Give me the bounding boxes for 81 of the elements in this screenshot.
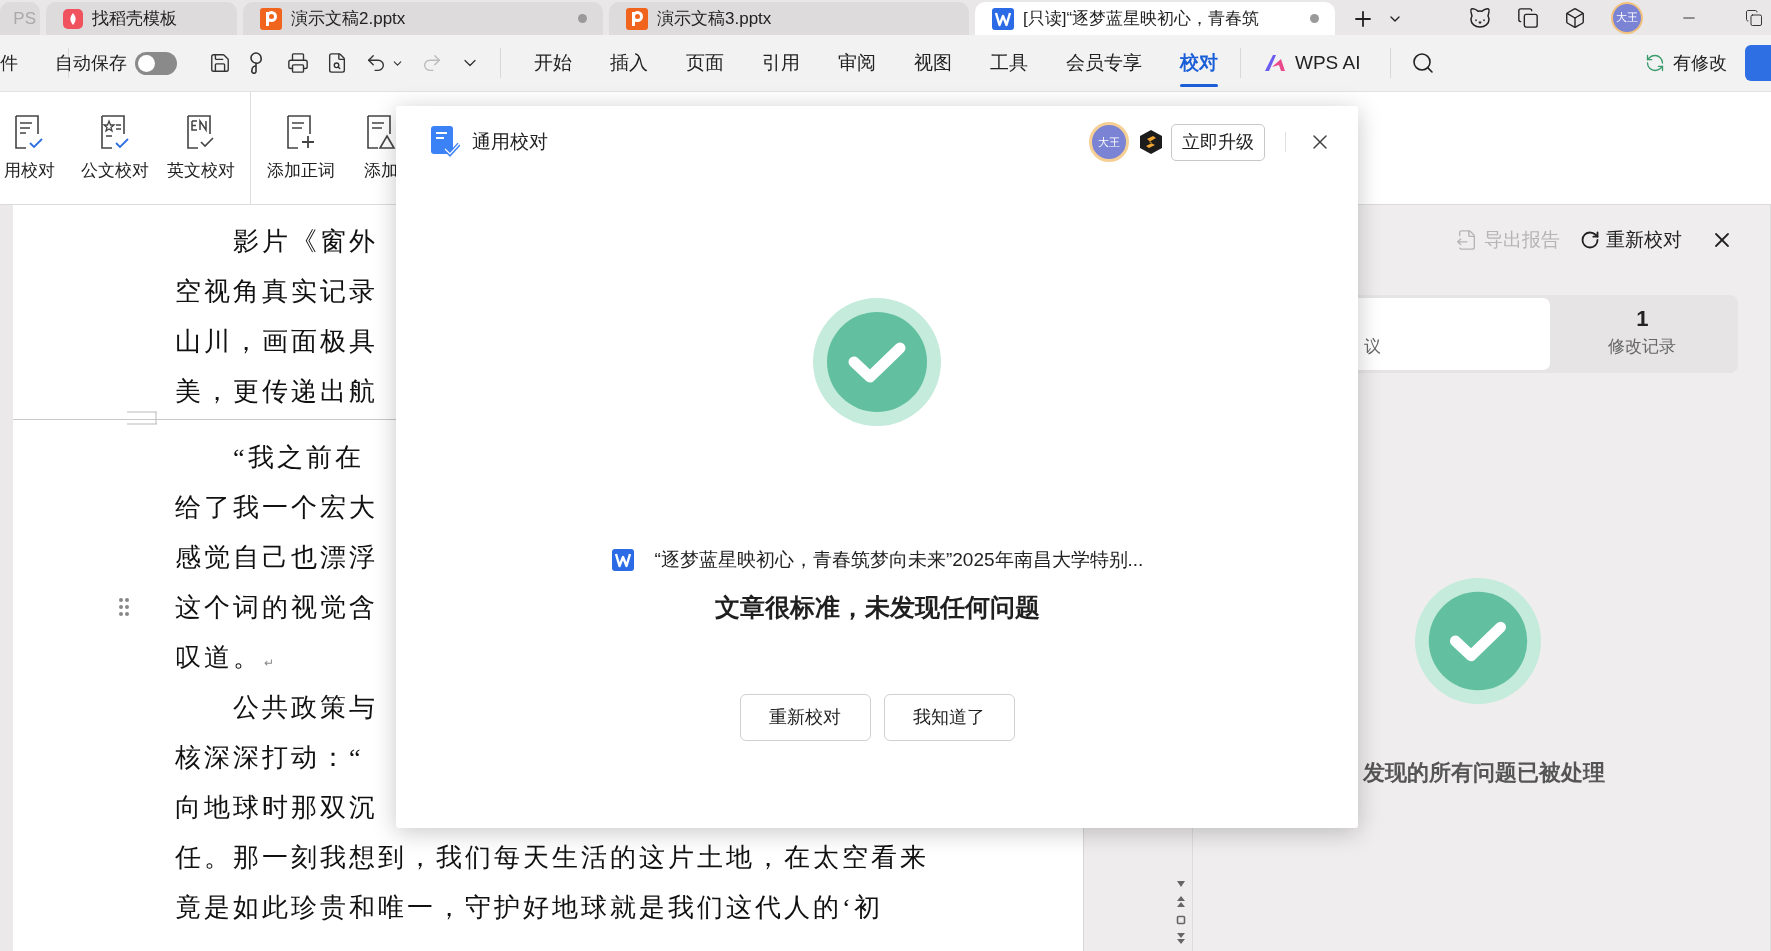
cat-icon[interactable] [1468,5,1492,30]
document-file-icon [610,548,635,572]
menu-tab[interactable]: 插入 [610,43,648,83]
menu-tab[interactable]: 视图 [914,43,952,83]
document-text-line: 叹道。 [175,641,262,674]
document-text-line: 给了我一个宏大 [175,491,378,524]
dialog-title: 通用校对 [472,129,548,154]
sync-icon [1645,53,1665,73]
select-object-icon[interactable] [1176,915,1186,925]
file-name: “逐梦蓝星映初心，青春筑梦向未来”2025年南昌大学特别... [654,547,1144,572]
tab-title: 找稻壳模板 [92,7,177,30]
document-tab[interactable]: 演示文稿2.pptx [243,2,603,35]
search-icon[interactable] [1411,51,1436,75]
changes-button[interactable]: 有修改 [1645,49,1727,77]
recheck-button[interactable]: 重新校对 [1580,225,1682,255]
previous-page-icon[interactable] [1176,895,1186,909]
scroll-down-icon[interactable] [1176,879,1186,889]
flame-icon [62,7,84,30]
menu-tab[interactable]: 页面 [686,43,724,83]
document-text-line: 任。那一刻我想到，我们每天生活的这片土地，在太空看来 [175,841,929,874]
tab-count: 1 [1636,308,1649,331]
document-text-line: 空视角真实记录 [175,275,378,308]
document-tab[interactable]: 演示文稿3.pptx [609,2,969,35]
ai-button[interactable]: WPS AI [1263,48,1361,78]
tab-label: 修改记录 [1608,336,1677,359]
document-tab[interactable]: 找稻壳模板 [46,2,237,35]
autosave-label: 自动保存 [55,51,127,75]
menu-tab[interactable]: 引用 [762,43,800,83]
tab-title: [只读]“逐梦蓝星映初心，青春筑 [1023,7,1260,30]
panel-tab[interactable]: 1 修改记录 [1549,298,1735,370]
window-icon[interactable] [1517,6,1539,29]
dialog-button[interactable]: 我知道了 [883,694,1015,741]
print-preview-icon[interactable] [326,52,348,74]
slides-file-icon [259,6,283,31]
refresh-icon [1580,230,1600,250]
ribbon-button[interactable]: 公文校对 [72,92,158,204]
menu-tab[interactable]: 会员专享 [1066,43,1142,83]
slides-file-icon [625,6,649,31]
document-text-line: 感觉自己也漂浮 [175,541,378,574]
menu-tab[interactable]: 开始 [534,43,572,83]
tab-label: 议 [1364,336,1381,359]
drag-handle-icon[interactable] [118,597,130,617]
cube-icon[interactable] [1564,6,1586,29]
document-file-icon [991,6,1015,31]
document-text-line: 向地球时那双沉 [175,791,378,824]
export-icon [1456,229,1478,251]
document-text-line: 公共政策与 [233,691,378,724]
ribbon-button[interactable]: 添加正词 [261,92,341,204]
ai-logo-icon [1263,53,1287,73]
paragraph-mark: ↵ [264,655,274,672]
save-icon[interactable] [209,52,231,74]
document-tab[interactable]: [只读]“逐梦蓝星映初心，青春筑 [975,2,1335,35]
file-menu[interactable]: 件 [0,49,18,77]
dialog-button[interactable]: 重新校对 [739,694,871,741]
next-page-icon[interactable] [1176,931,1186,945]
success-check-icon [813,298,941,426]
proofread-doc-icon [430,125,460,159]
result-message: 文章很标准，未发现任何问题 [714,592,1040,623]
menu-tab[interactable]: 工具 [990,43,1028,83]
document-text-line: “我之前在 [233,441,364,474]
document-text-line: 核深深打动：“ [175,741,364,774]
document-text-line: 这个词的视觉含 [175,591,378,624]
upgrade-button[interactable]: 立即升级 [1171,123,1265,161]
success-check-icon [1415,578,1541,704]
tab-title: 演示文稿3.pptx [657,7,772,30]
document-text-line: 竟是如此珍贵和唯一，守护好地球就是我们这代人的‘初 [175,891,883,924]
ribbon-button[interactable]: 用校对 [0,92,72,204]
page-break-marker-icon [127,411,157,425]
menu-tab[interactable]: 审阅 [838,43,876,83]
document-text-line: 山川，画面极具 [175,325,378,358]
autosave-toggle[interactable] [135,51,177,75]
document-text-line: 影片《窗外 [233,225,378,258]
ribbon-button[interactable]: 英文校对 [158,92,244,204]
ribbon-button[interactable]: 添加 [341,92,421,204]
undo-icon[interactable] [365,52,387,74]
vip-badge-icon [1139,129,1163,155]
restore-icon[interactable] [1745,8,1763,27]
status-message: 发现的所有问题已被处理 [1362,759,1606,787]
tab-title: 演示文稿2.pptx [291,7,406,30]
print-icon[interactable] [287,52,309,74]
document-text-line: 美，更传递出航 [175,375,378,408]
